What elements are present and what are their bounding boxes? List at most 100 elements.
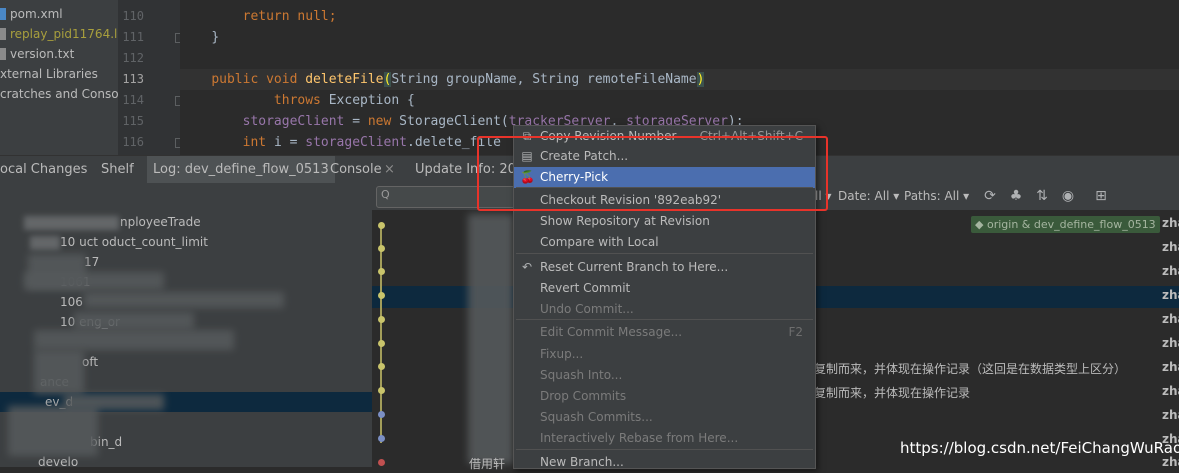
redacted-text bbox=[468, 214, 514, 464]
cherry-pick-icon[interactable]: ♣ bbox=[1007, 187, 1025, 205]
commit-node bbox=[378, 292, 385, 299]
branch-item[interactable]: 10 uct oduct_count_limit bbox=[60, 232, 208, 252]
tab-local-changes[interactable]: ocal Changes bbox=[0, 156, 87, 183]
commit-node bbox=[378, 222, 385, 229]
code-token: throws bbox=[273, 93, 329, 108]
commit-message[interactable]: 借用轩 bbox=[469, 455, 505, 472]
branch-item[interactable]: nployeeTrade bbox=[120, 212, 201, 232]
eye-icon[interactable]: ◉ bbox=[1059, 187, 1077, 205]
commit-message[interactable]: 复制而来，并体现在操作记录 bbox=[814, 384, 970, 401]
code-token: } bbox=[211, 30, 220, 45]
commit-author[interactable]: zha bbox=[1162, 408, 1179, 422]
menu-item-edit-commit-message[interactable]: Edit Commit Message... F2 bbox=[514, 322, 815, 343]
line-number: 116 bbox=[122, 135, 144, 149]
branch-item[interactable]: 17 bbox=[84, 252, 99, 272]
menu-shortcut: F2 bbox=[788, 325, 803, 339]
date-filter[interactable]: Date: All ▾ bbox=[838, 183, 899, 210]
line-number: 113 bbox=[122, 72, 144, 86]
commit-node bbox=[378, 435, 385, 442]
undo-icon: ↶ bbox=[521, 260, 533, 274]
tree-item-label: xternal Libraries bbox=[0, 67, 98, 81]
tab-log[interactable]: Log: dev_define_flow_0513 bbox=[147, 156, 335, 183]
redacted-text bbox=[34, 350, 84, 394]
sort-icon[interactable]: ⇅ bbox=[1033, 187, 1051, 205]
menu-item-label: Undo Commit... bbox=[540, 302, 634, 316]
close-icon[interactable]: × bbox=[384, 156, 395, 183]
code-token: Exception { bbox=[328, 93, 415, 108]
menu-item-undo-commit[interactable]: Undo Commit... bbox=[514, 299, 815, 320]
commit-author[interactable]: zha bbox=[1162, 384, 1179, 398]
refresh-icon[interactable]: ⟳ bbox=[981, 187, 999, 205]
menu-item-interactively-rebase-from-here[interactable]: Interactively Rebase from Here... bbox=[514, 428, 815, 449]
tree-item-pom[interactable]: pom.xml bbox=[0, 4, 63, 24]
menu-item-revert-commit[interactable]: Revert Commit bbox=[514, 278, 815, 299]
branch-item[interactable]: 106 bbox=[60, 292, 83, 312]
text-file-icon bbox=[0, 48, 6, 60]
redacted-text bbox=[34, 330, 234, 350]
commit-message[interactable]: 复制而来，并体现在操作记录（这回是在数据类型上区分） bbox=[814, 360, 1126, 377]
tag-icon: ◆ bbox=[975, 218, 987, 231]
paths-filter[interactable]: Paths: All ▾ bbox=[904, 183, 969, 210]
code-line: return null; bbox=[180, 6, 337, 27]
redacted-text bbox=[30, 236, 60, 250]
commit-node bbox=[378, 316, 385, 323]
commit-author[interactable]: zha bbox=[1162, 336, 1179, 350]
branch-item[interactable]: oft bbox=[82, 352, 98, 372]
menu-separator bbox=[516, 449, 813, 450]
menu-item-drop-commits[interactable]: Drop Commits bbox=[514, 386, 815, 407]
commit-author[interactable]: zha bbox=[1162, 288, 1179, 302]
tree-item-external-libraries[interactable]: xternal Libraries bbox=[0, 64, 98, 84]
menu-item-label: Revert Commit bbox=[540, 281, 631, 295]
menu-item-label: Reset Current Branch to Here... bbox=[540, 260, 729, 274]
log-file-icon bbox=[0, 28, 6, 40]
menu-item-label: Compare with Local bbox=[540, 235, 659, 249]
menu-item-label: Interactively Rebase from Here... bbox=[540, 431, 739, 445]
line-number: 110 bbox=[122, 9, 144, 23]
code-token: storageClient bbox=[305, 135, 407, 150]
tree-item-version[interactable]: version.txt bbox=[0, 44, 74, 64]
tree-item-label: pom.xml bbox=[10, 7, 63, 21]
search-icon: Q bbox=[381, 188, 390, 201]
tree-item-scratches[interactable]: cratches and Consol bbox=[0, 84, 122, 104]
menu-item-label: Squash Into... bbox=[540, 368, 623, 382]
line-number: 115 bbox=[122, 114, 144, 128]
menu-item-reset-current-branch-to-here[interactable]: ↶ Reset Current Branch to Here... bbox=[514, 257, 815, 278]
code-token: = bbox=[344, 114, 368, 129]
tree-item-replay-log[interactable]: replay_pid11764.lo bbox=[0, 24, 125, 44]
tab-shelf[interactable]: Shelf bbox=[101, 156, 134, 183]
project-tree-panel: pom.xml replay_pid11764.lo version.txt x… bbox=[0, 0, 125, 155]
tab-console[interactable]: Console bbox=[330, 156, 382, 183]
code-line: throws Exception { bbox=[180, 90, 415, 111]
line-number: 114 bbox=[122, 93, 144, 107]
commit-author[interactable]: zha bbox=[1162, 312, 1179, 326]
branches-panel: nployeeTrade 10 uct oduct_count_limit 17… bbox=[0, 210, 372, 469]
menu-item-show-repository-at-revision[interactable]: Show Repository at Revision bbox=[514, 211, 815, 232]
code-line: int i = storageClient.delete_file bbox=[180, 132, 501, 153]
menu-item-fixup[interactable]: Fixup... bbox=[514, 344, 815, 365]
tree-item-label: replay_pid11764.lo bbox=[10, 27, 125, 41]
commit-author[interactable]: zha bbox=[1162, 264, 1179, 278]
commit-node bbox=[378, 268, 385, 275]
tag-text: origin & dev_define_flow_0513 bbox=[986, 218, 1156, 231]
commit-node bbox=[378, 411, 385, 418]
code-line: } bbox=[180, 27, 219, 48]
menu-item-squash-into[interactable]: Squash Into... bbox=[514, 365, 815, 386]
menu-item-new-branch[interactable]: New Branch... bbox=[514, 452, 815, 473]
commit-author[interactable]: zha bbox=[1162, 360, 1179, 374]
code-token: i = bbox=[273, 135, 306, 150]
redacted-text bbox=[24, 216, 119, 230]
commit-author[interactable]: zha bbox=[1162, 216, 1179, 230]
commit-node bbox=[378, 459, 385, 466]
commit-author[interactable]: zha bbox=[1162, 240, 1179, 254]
menu-item-squash-commits[interactable]: Squash Commits... bbox=[514, 407, 815, 428]
editor-gutter: 110 111 112 113 114 115 116 bbox=[118, 0, 184, 155]
new-tab-icon[interactable]: ⊞ bbox=[1092, 187, 1110, 205]
code-token: StorageClient( bbox=[399, 114, 509, 129]
redacted-text bbox=[84, 292, 284, 308]
code-token: int bbox=[242, 135, 274, 150]
code-token: storageClient bbox=[242, 114, 345, 129]
redacted-text bbox=[24, 272, 164, 290]
menu-item-compare-with-local[interactable]: Compare with Local bbox=[514, 232, 815, 253]
redacted-text bbox=[8, 406, 98, 456]
line-number: 111 bbox=[122, 30, 144, 44]
